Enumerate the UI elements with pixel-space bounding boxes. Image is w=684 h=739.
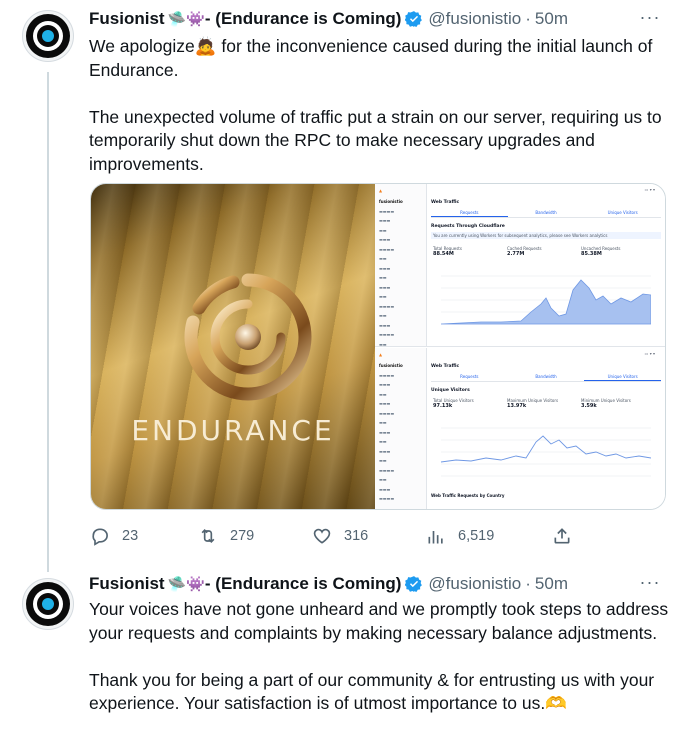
dashboard-panel-visitors: ▲ fusionistio ▬▬▬▬ ▬▬▬ ▬▬ ▬▬▬ ▬▬▬▬ ▬▬ ▬▬▬ ▬▬ ▬… <box>375 348 665 509</box>
separator-dot: · <box>525 9 531 28</box>
views-icon <box>428 531 443 544</box>
thread-line <box>47 72 49 572</box>
avatar[interactable] <box>22 10 74 62</box>
separator-dot: · <box>525 574 531 593</box>
heart-icon <box>313 528 331 544</box>
user-handle[interactable]: @fusionistio <box>428 574 521 594</box>
dashboard-screenshot[interactable]: ▲ fusionistio ▬▬▬▬ ▬▬▬ ▬▬ ▬▬▬ ▬▬▬▬ ▬▬ ▬▬▬ ▬▬ ▬… <box>375 184 665 509</box>
tweet-text: We apologize🙇 for the inconvenience caus… <box>89 36 662 174</box>
tweet-media[interactable]: ENDURANCE ▲ fusionistio ▬▬▬▬ ▬▬▬ ▬▬ ▬▬▬ ▬▬▬… <box>90 183 666 510</box>
display-name[interactable]: Fusionist <box>89 574 165 594</box>
tweet-text: Your voices have not gone unheard and we… <box>89 599 669 713</box>
tweet-header: Fusionist 🛸👾 - (Endurance is Coming) @fu… <box>89 7 568 31</box>
display-name-suffix[interactable]: - (Endurance is Coming) <box>205 574 401 594</box>
like-count: 316 <box>344 528 369 544</box>
tweet-actions: 23 279 316 6,519 <box>90 524 578 548</box>
dashboard-sidebar: ▲ fusionistio ▬▬▬▬ ▬▬▬ ▬▬ ▬▬▬ ▬▬▬▬ ▬▬ ▬▬▬ ▬▬ ▬… <box>375 184 427 347</box>
repost-icon <box>201 528 215 544</box>
dashboard-main: ▭ ▾ ▾ Web Traffic Requests Bandwidth Uni… <box>431 184 661 346</box>
views-button[interactable]: 6,519 <box>426 526 494 546</box>
share-button[interactable] <box>552 526 584 546</box>
endurance-image[interactable]: ENDURANCE <box>91 184 375 509</box>
dashboard-panel-requests: ▲ fusionistio ▬▬▬▬ ▬▬▬ ▬▬ ▬▬▬ ▬▬▬▬ ▬▬ ▬▬▬ ▬▬ ▬… <box>375 184 665 347</box>
name-emoji: 🛸👾 <box>167 576 205 593</box>
verified-badge-icon[interactable] <box>405 10 423 28</box>
dashboard-sidebar-2: ▲ fusionistio ▬▬▬▬ ▬▬▬ ▬▬ ▬▬▬ ▬▬▬▬ ▬▬ ▬▬▬ ▬▬ ▬… <box>375 348 427 509</box>
reply-count: 23 <box>122 528 139 544</box>
verified-badge-icon[interactable] <box>405 575 423 593</box>
timestamp[interactable]: 50m <box>535 574 568 594</box>
share-icon <box>554 528 570 544</box>
endurance-logo-icon <box>184 273 312 401</box>
reply-icon <box>92 528 108 546</box>
dashboard-main-2: ▭ ▾ ▾ Web Traffic Requests Bandwidth Uni… <box>431 348 662 509</box>
reply-button[interactable]: 23 <box>90 526 138 546</box>
endurance-caption: ENDURANCE <box>131 414 335 447</box>
visitors-line-chart <box>440 427 651 477</box>
user-handle[interactable]: @fusionistio <box>428 9 521 29</box>
more-options-icon[interactable]: ··· <box>638 573 662 595</box>
display-name-suffix[interactable]: - (Endurance is Coming) <box>205 9 401 29</box>
tweet-header: Fusionist 🛸👾 - (Endurance is Coming) @fu… <box>89 572 568 596</box>
more-options-icon[interactable]: ··· <box>638 8 662 30</box>
avatar[interactable] <box>22 578 74 630</box>
display-name[interactable]: Fusionist <box>89 9 165 29</box>
requests-area-chart <box>440 275 651 325</box>
repost-count: 279 <box>230 528 255 544</box>
like-button[interactable]: 316 <box>312 526 368 546</box>
view-count: 6,519 <box>458 528 495 544</box>
name-emoji: 🛸👾 <box>167 11 205 28</box>
timestamp[interactable]: 50m <box>535 9 568 29</box>
repost-button[interactable]: 279 <box>198 526 254 546</box>
